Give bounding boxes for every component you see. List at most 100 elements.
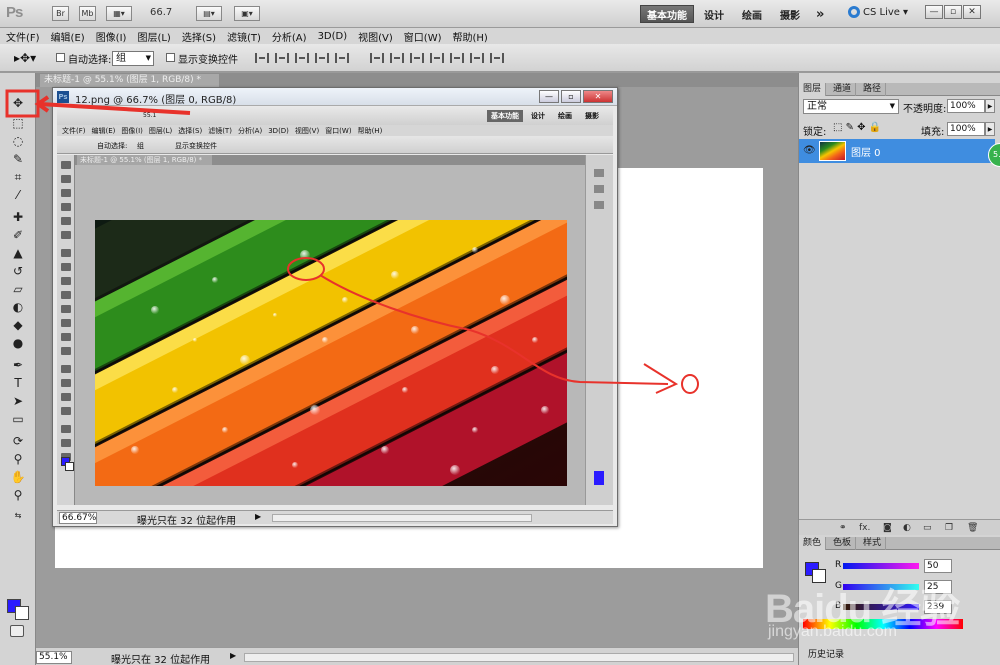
menu-view[interactable]: 视图(V): [358, 29, 393, 44]
show-transform-checkbox[interactable]: [166, 53, 175, 62]
new-layer-icon[interactable]: ❐: [945, 523, 953, 533]
quick-mask-icon[interactable]: [10, 625, 24, 637]
tab-paths[interactable]: 路径: [859, 83, 887, 96]
red-value-field[interactable]: 50: [924, 559, 952, 573]
lasso-tool-icon[interactable]: ◌: [9, 133, 27, 149]
layer-style-icon[interactable]: fx.: [859, 523, 870, 533]
screen-mode-button[interactable]: ▣▾: [234, 6, 260, 21]
menu-filter[interactable]: 滤镜(T): [227, 29, 261, 44]
quick-select-tool-icon[interactable]: ✎: [9, 151, 27, 167]
shape-tool-icon[interactable]: ▭: [9, 411, 27, 427]
minimize-button[interactable]: —: [925, 5, 943, 19]
image-window-close-button[interactable]: ✕: [583, 90, 613, 103]
background-color-swatch[interactable]: [15, 606, 29, 620]
hand-tool-icon[interactable]: ✋: [9, 469, 27, 485]
3d-rotate-tool-icon[interactable]: ⟳: [9, 433, 27, 449]
align-hcenter-icon[interactable]: [335, 53, 349, 63]
blur-tool-icon[interactable]: ◆: [9, 317, 27, 333]
layer-mask-icon[interactable]: ◙: [883, 523, 892, 533]
red-slider[interactable]: [843, 563, 919, 569]
menu-3d[interactable]: 3D(D): [318, 31, 348, 42]
type-tool-icon[interactable]: T: [9, 375, 27, 391]
menu-file[interactable]: 文件(F): [6, 29, 40, 44]
menu-analysis[interactable]: 分析(A): [272, 29, 307, 44]
tab-layers[interactable]: 图层: [799, 83, 827, 96]
more-workspaces-button[interactable]: »: [810, 5, 830, 23]
layer-row-selected[interactable]: 👁 图层 0: [799, 139, 995, 163]
workspace-painting[interactable]: 绘画: [736, 5, 768, 23]
zoom-tool-icon[interactable]: ⚲: [9, 487, 27, 503]
distribute-top-icon[interactable]: [370, 53, 384, 63]
pen-tool-icon[interactable]: ✒: [9, 357, 27, 373]
marquee-tool-icon[interactable]: ⬚: [9, 115, 27, 131]
close-button[interactable]: ✕: [963, 5, 981, 19]
image-window-minimize-button[interactable]: —: [539, 90, 559, 103]
opacity-field[interactable]: 100%: [947, 99, 985, 113]
distribute-hcenter-icon[interactable]: [450, 53, 464, 63]
delete-layer-icon[interactable]: 🗑: [967, 523, 978, 533]
blend-mode-dropdown[interactable]: 正常: [803, 99, 899, 114]
nested-status-arrow-icon[interactable]: ▶: [255, 512, 261, 521]
auto-select-checkbox[interactable]: [56, 53, 65, 62]
opacity-arrow-icon[interactable]: ▶: [985, 99, 995, 113]
distribute-right-icon[interactable]: [470, 53, 484, 63]
bridge-button[interactable]: Br: [52, 6, 69, 21]
adjustment-layer-icon[interactable]: ◐: [903, 523, 911, 533]
menu-window[interactable]: 窗口(W): [404, 29, 442, 44]
3d-orbit-tool-icon[interactable]: ⚲: [9, 451, 27, 467]
tab-color[interactable]: 颜色: [799, 537, 827, 550]
horizontal-scrollbar[interactable]: [244, 653, 794, 662]
move-tool-icon[interactable]: ✥: [9, 95, 27, 111]
distribute-left-icon[interactable]: [430, 53, 444, 63]
status-zoom-field[interactable]: 55.1%: [36, 651, 72, 664]
auto-select-dropdown[interactable]: 组: [112, 51, 154, 66]
workspace-photography[interactable]: 摄影: [774, 5, 806, 23]
tab-swatches[interactable]: 色板: [829, 537, 857, 550]
distribute-vcenter-icon[interactable]: [390, 53, 404, 63]
image-window-maximize-button[interactable]: ▫: [561, 90, 581, 103]
nested-status-zoom[interactable]: 66.67%: [59, 512, 97, 524]
brush-tool-icon[interactable]: ✐: [9, 227, 27, 243]
clone-stamp-tool-icon[interactable]: ▲: [9, 245, 27, 261]
move-tool-preset-icon[interactable]: ▸✥▾: [14, 51, 36, 65]
menu-image[interactable]: 图像(I): [96, 29, 127, 44]
gradient-tool-icon[interactable]: ◐: [9, 299, 27, 315]
dodge-tool-icon[interactable]: ●: [9, 335, 27, 351]
menu-edit[interactable]: 编辑(E): [51, 29, 85, 44]
healing-brush-tool-icon[interactable]: ✚: [9, 209, 27, 225]
zoom-level[interactable]: 66.7: [150, 7, 172, 18]
new-group-icon[interactable]: ▭: [923, 523, 932, 533]
align-left-icon[interactable]: [315, 53, 329, 63]
auto-align-icon[interactable]: [490, 53, 504, 63]
tab-history[interactable]: 历史记录: [805, 647, 848, 660]
align-top-icon[interactable]: [255, 53, 269, 63]
arrange-documents-button[interactable]: ▤▾: [196, 6, 222, 21]
status-arrow-icon[interactable]: ▶: [230, 651, 236, 660]
align-vcenter-icon[interactable]: [275, 53, 289, 63]
swap-colors-icon[interactable]: ⇆: [9, 507, 27, 523]
mini-bridge-button[interactable]: Mb: [79, 6, 96, 21]
tab-channels[interactable]: 通道: [829, 83, 857, 96]
image-window-titlebar[interactable]: Ps 12.png @ 66.7% (图层 0, RGB/8) — ▫ ✕: [53, 88, 617, 106]
menu-layer[interactable]: 图层(L): [137, 29, 170, 44]
history-brush-tool-icon[interactable]: ↺: [9, 263, 27, 279]
visibility-eye-icon[interactable]: 👁: [803, 145, 816, 156]
cs-live-menu[interactable]: CS Live ▾: [848, 6, 908, 18]
nested-horizontal-scrollbar[interactable]: [272, 514, 532, 522]
view-extras-button[interactable]: ▦▾: [106, 6, 132, 21]
restore-button[interactable]: ▫: [944, 5, 962, 19]
layer-name[interactable]: 图层 0: [851, 144, 881, 159]
eyedropper-tool-icon[interactable]: ⁄: [9, 187, 27, 203]
fill-field[interactable]: 100%: [947, 122, 985, 136]
distribute-bottom-icon[interactable]: [410, 53, 424, 63]
menu-select[interactable]: 选择(S): [182, 29, 216, 44]
path-select-tool-icon[interactable]: ➤: [9, 393, 27, 409]
document-tab[interactable]: 未标题-1 @ 55.1% (图层 1, RGB/8) *: [40, 74, 219, 87]
tab-styles[interactable]: 样式: [859, 537, 887, 550]
workspace-essentials[interactable]: 基本功能: [640, 5, 694, 23]
link-layers-icon[interactable]: ⚭: [839, 523, 847, 533]
crop-tool-icon[interactable]: ⌗: [9, 169, 27, 185]
workspace-design[interactable]: 设计: [698, 5, 730, 23]
align-bottom-icon[interactable]: [295, 53, 309, 63]
fill-arrow-icon[interactable]: ▶: [985, 122, 995, 136]
